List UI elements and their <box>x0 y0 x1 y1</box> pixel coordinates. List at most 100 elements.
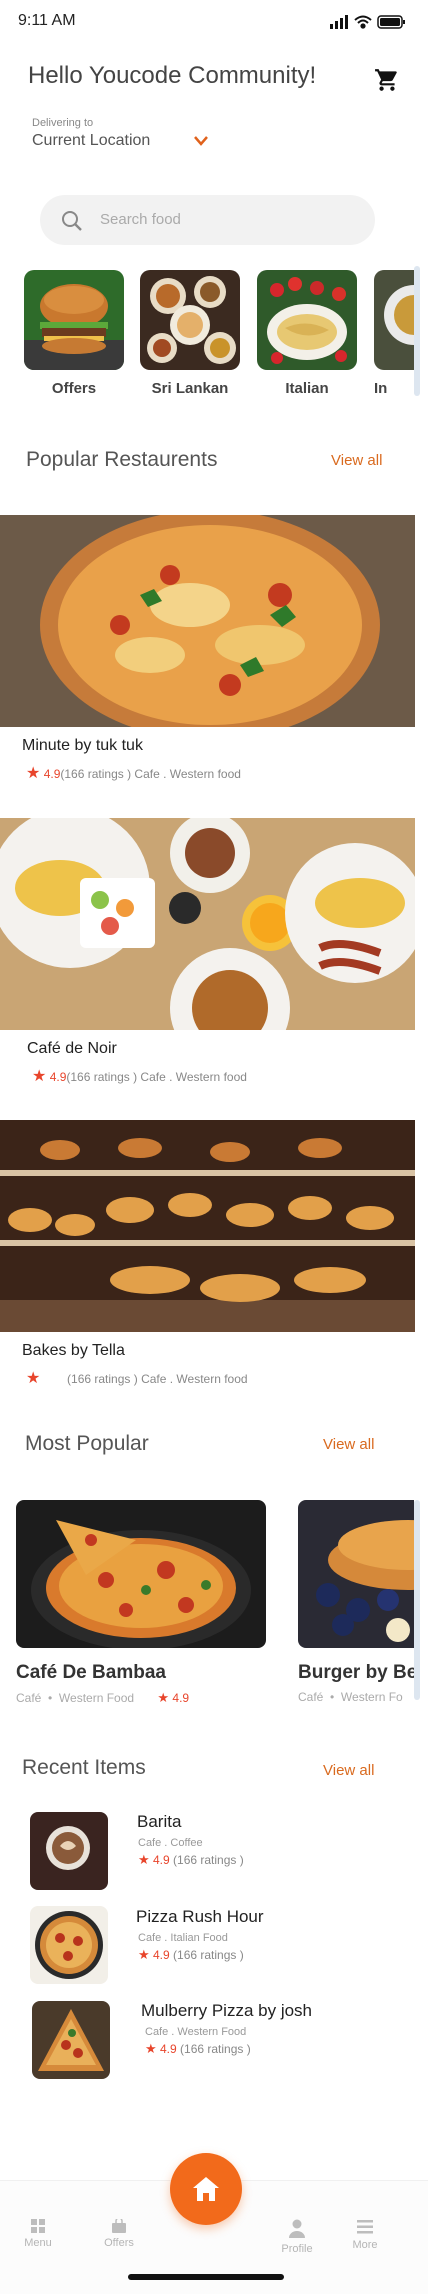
profile-icon <box>289 2219 305 2238</box>
most-popular-view-all[interactable]: View all <box>323 1436 374 1453</box>
category-indian[interactable]: In <box>374 270 414 397</box>
search-icon <box>60 209 84 233</box>
coffee-image[interactable] <box>30 1812 108 1890</box>
venue-type: Café <box>16 1691 42 1705</box>
category-label: Italian <box>285 380 329 397</box>
food-type: Western Fo <box>340 1690 403 1704</box>
ratings-count: (166 ratings ) <box>67 1372 138 1386</box>
rice-dishes-image <box>140 270 240 370</box>
most-popular-meta: Café • Western Fo <box>298 1690 403 1704</box>
nav-label: Profile <box>281 2243 313 2255</box>
restaurant-name[interactable]: Minute by tuk tuk <box>22 737 143 755</box>
rating-value: 4.9 <box>153 1853 170 1867</box>
most-popular-name: Burger by Be <box>298 1662 414 1683</box>
menu-grid-icon <box>31 2219 45 2233</box>
recent-item-rating: ★ 4.9 (166 ratings ) <box>145 2041 251 2057</box>
star-icon: ★ <box>26 1370 41 1387</box>
wifi-icon <box>354 15 372 29</box>
scrollbar[interactable] <box>414 1500 420 1700</box>
home-indicator <box>128 2274 284 2280</box>
rating-value: 4.9 <box>160 2042 177 2056</box>
greeting-title: Hello Youcode Community! <box>28 62 317 89</box>
star-icon: ★ <box>32 1068 47 1085</box>
pizza-image[interactable] <box>32 2001 110 2079</box>
restaurant-image-breakfast[interactable] <box>0 818 415 1030</box>
ratings-count: (166 ratings ) <box>180 2042 251 2056</box>
restaurant-meta: ★ 4.9(166 ratings ) Cafe . Western food <box>26 763 241 783</box>
category-label: Sri Lankan <box>151 380 229 397</box>
restaurant-meta: ★ 4.9(166 ratings ) Cafe . Western food <box>32 1066 247 1086</box>
nav-label: Offers <box>104 2237 134 2249</box>
recent-item-rating: ★ 4.9 (166 ratings ) <box>138 1947 244 1963</box>
signal-icon <box>330 15 348 29</box>
shopping-bag-icon <box>112 2219 126 2233</box>
restaurant-category: Cafe . Western food <box>140 1070 247 1084</box>
status-time: 9:11 AM <box>18 12 76 29</box>
nav-offers[interactable]: Offers <box>89 2219 149 2249</box>
recent-item-name[interactable]: Barita <box>137 1812 181 1832</box>
chevron-down-icon[interactable] <box>192 134 210 148</box>
most-popular-meta: Café • Western Food ★ 4.9 <box>16 1690 190 1705</box>
venue-type: Café <box>298 1690 324 1704</box>
rating-value: 4.9 <box>153 1948 170 1962</box>
nav-label: Menu <box>24 2237 52 2249</box>
recent-item-category: Cafe . Coffee <box>138 1837 203 1849</box>
home-button[interactable] <box>170 2153 242 2225</box>
search-input[interactable]: Search food <box>100 211 181 228</box>
star-icon: ★ <box>138 1852 150 1867</box>
most-popular-name: Café De Bambaa <box>16 1662 166 1683</box>
recent-items-view-all[interactable]: View all <box>323 1762 374 1779</box>
recent-item-name[interactable]: Mulberry Pizza by josh <box>141 2001 312 2021</box>
delivering-label: Delivering to <box>32 117 94 129</box>
restaurant-meta: ★ (166 ratings ) Cafe . Western food <box>26 1368 248 1388</box>
recent-item-rating: ★ 4.9 (166 ratings ) <box>138 1852 244 1868</box>
most-popular-card[interactable]: Burger by Be Café • Western Fo <box>298 1500 414 1704</box>
category-label: In <box>374 380 388 397</box>
category-italian[interactable]: Italian <box>257 270 357 397</box>
star-icon: ★ <box>145 2041 157 2056</box>
indian-food-image <box>374 270 414 370</box>
popular-restaurants-view-all[interactable]: View all <box>331 452 382 469</box>
restaurant-image-pizza[interactable] <box>0 515 415 727</box>
restaurant-name[interactable]: Bakes by Tella <box>22 1342 125 1360</box>
ratings-count: (166 ratings ) <box>173 1853 244 1867</box>
recent-items-title: Recent Items <box>22 1756 146 1779</box>
scrollbar[interactable] <box>414 266 420 396</box>
burger-image <box>24 270 124 370</box>
ratings-count: (166 ratings ) <box>173 1948 244 1962</box>
home-icon <box>193 2177 219 2201</box>
star-icon: ★ <box>26 765 41 782</box>
pizza-image <box>16 1500 266 1648</box>
rating-value: 4.9 <box>49 1070 67 1084</box>
most-popular-card[interactable]: Café De Bambaa Café • Western Food ★ 4.9 <box>16 1500 266 1706</box>
pancake-image <box>298 1500 414 1648</box>
category-label: Offers <box>51 380 97 397</box>
most-popular-title: Most Popular <box>25 1432 149 1455</box>
current-location[interactable]: Current Location <box>32 132 150 150</box>
restaurant-image-bakery[interactable] <box>0 1120 415 1332</box>
restaurant-category: Cafe . Western food <box>134 767 241 781</box>
status-icons <box>310 12 410 32</box>
nav-menu[interactable]: Menu <box>8 2219 68 2249</box>
category-offers[interactable]: Offers <box>24 270 124 397</box>
search-bar[interactable]: Search food <box>40 195 375 245</box>
more-list-icon <box>357 2220 373 2234</box>
food-type: Western Food <box>58 1691 135 1705</box>
recent-item-category: Cafe . Western Food <box>145 2026 247 2038</box>
nav-more[interactable]: More <box>335 2219 395 2251</box>
nav-profile[interactable]: Profile <box>267 2219 327 2255</box>
star-icon: ★ <box>138 1947 150 1962</box>
category-sri-lankan[interactable]: Sri Lankan <box>140 270 240 397</box>
ratings-count: (166 ratings ) <box>66 1070 138 1084</box>
cart-icon[interactable] <box>374 67 400 93</box>
restaurant-name[interactable]: Café de Noir <box>27 1040 117 1058</box>
pizza-image[interactable] <box>30 1906 108 1984</box>
rating-value: 4.9 <box>172 1691 190 1705</box>
recent-item-category: Cafe . Italian Food <box>138 1932 228 1944</box>
recent-item-name[interactable]: Pizza Rush Hour <box>136 1907 264 1927</box>
star-icon: ★ <box>157 1690 170 1705</box>
restaurant-category: Cafe . Western food <box>141 1372 248 1386</box>
nav-label: More <box>352 2239 378 2251</box>
battery-icon <box>377 15 405 29</box>
popular-restaurants-title: Popular Restaurents <box>26 448 218 471</box>
